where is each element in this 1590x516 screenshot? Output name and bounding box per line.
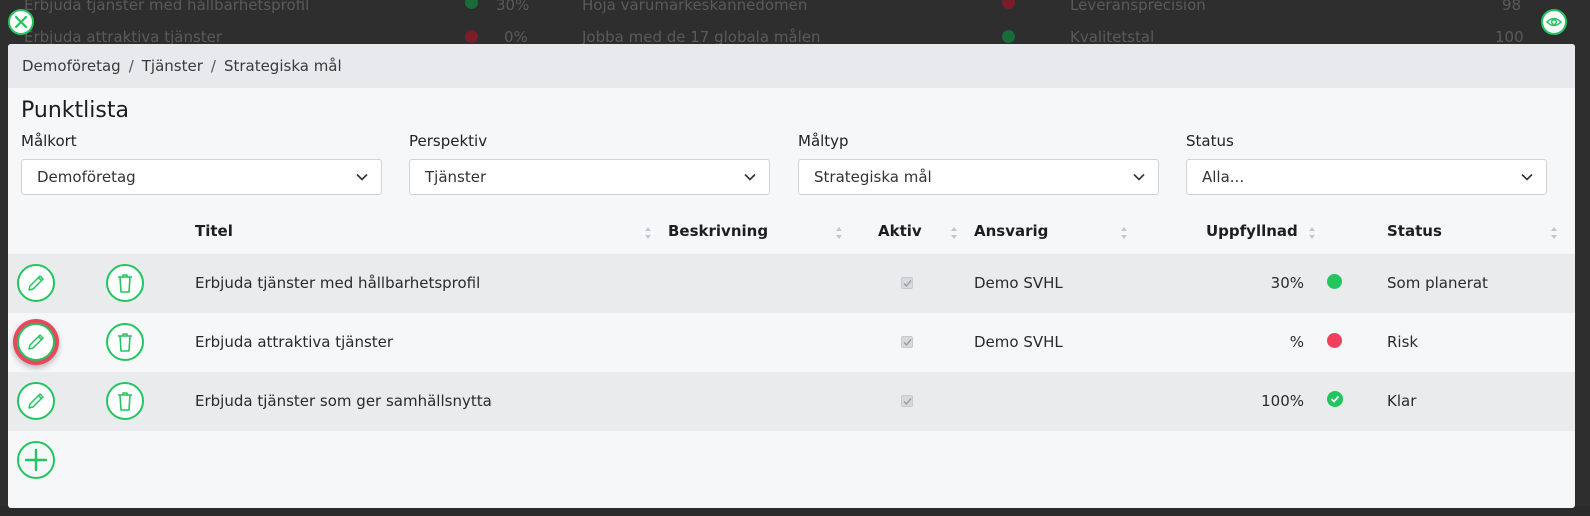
cell-status: Klar: [1387, 392, 1417, 410]
filter-label: Måltyp: [798, 132, 849, 150]
plus-icon: [24, 448, 48, 472]
background-status-dot: [1002, 0, 1015, 9]
cell-status: Som planerat: [1387, 274, 1488, 292]
breadcrumb-separator: /: [210, 57, 216, 75]
filter-label: Målkort: [21, 132, 77, 150]
select-value: Demoföretag: [37, 168, 136, 186]
chevron-down-icon: [356, 173, 368, 181]
status-check-icon: [1327, 391, 1343, 407]
background-row-measure: Leveransprecision: [1070, 0, 1206, 14]
sort-icon[interactable]: [1120, 226, 1128, 240]
aktiv-checkbox[interactable]: [901, 277, 913, 289]
trash-icon: [118, 333, 132, 352]
edit-button[interactable]: [17, 382, 55, 420]
cell-status: Risk: [1387, 333, 1419, 351]
filter-label: Perspektiv: [409, 132, 488, 150]
breadcrumb: Demoföretag / Tjänster / Strategiska mål: [8, 44, 1575, 88]
column-header-status[interactable]: Status: [1387, 222, 1442, 240]
breadcrumb-item-demoforetag[interactable]: Demoföretag: [22, 57, 121, 75]
sort-icon[interactable]: [1308, 226, 1316, 240]
background-row: Erbjuda tjänster med hållbarhetsprofil 3…: [0, 0, 1590, 18]
column-header-beskrivning[interactable]: Beskrivning: [668, 222, 768, 240]
chevron-down-icon: [1521, 173, 1533, 181]
cell-uppfyllnad: 30%: [1270, 274, 1304, 292]
background-status-dot: [1002, 30, 1015, 43]
table-row: Erbjuda tjänster som ger samhällsnytta 1…: [8, 372, 1575, 431]
chevron-down-icon: [1133, 173, 1145, 181]
checkmark-icon: [903, 397, 912, 405]
background-row-goal: Höja varumärkeskännedomen: [582, 0, 808, 14]
sort-icon[interactable]: [1550, 226, 1558, 240]
cell-ansvarig: Demo SVHL: [974, 333, 1063, 351]
aktiv-checkbox[interactable]: [901, 336, 913, 348]
status-green-dot: [1327, 274, 1342, 289]
trash-icon: [118, 274, 132, 293]
perspektiv-select[interactable]: Tjänster: [409, 159, 770, 195]
checkmark-icon: [903, 338, 912, 346]
close-icon: [14, 15, 28, 29]
background-status-dot: [465, 0, 478, 9]
table-row: Erbjuda attraktiva tjänster Demo SVHL % …: [8, 313, 1575, 372]
page-title: Punktlista: [21, 98, 129, 123]
cell-titel: Erbjuda tjänster som ger samhällsnytta: [195, 392, 492, 410]
filter-status: Status Alla...: [1186, 132, 1547, 195]
column-header-ansvarig[interactable]: Ansvarig: [974, 222, 1048, 240]
pencil-icon: [28, 334, 44, 350]
edit-button[interactable]: [17, 264, 55, 302]
eye-icon: [1546, 17, 1562, 27]
checkmark-icon: [903, 279, 912, 287]
column-header-uppfyllnad[interactable]: Uppfyllnad: [1206, 222, 1298, 240]
aktiv-checkbox[interactable]: [901, 395, 913, 407]
close-button[interactable]: [8, 9, 34, 35]
background-row-value: 98: [1502, 0, 1522, 14]
trash-icon: [118, 392, 132, 411]
select-value: Strategiska mål: [814, 168, 932, 186]
background-row-title: Erbjuda tjänster med hållbarhetsprofil: [24, 0, 310, 14]
column-header-titel[interactable]: Titel: [195, 222, 233, 240]
filter-maltyp: Måltyp Strategiska mål: [798, 132, 1159, 195]
table-row: Erbjuda tjänster med hållbarhetsprofil D…: [8, 254, 1575, 313]
cell-uppfyllnad: 100%: [1261, 392, 1304, 410]
delete-button[interactable]: [106, 382, 144, 420]
background-row-pct: 30%: [496, 0, 530, 14]
breadcrumb-item-strategiska-mal: Strategiska mål: [223, 57, 342, 75]
filter-malkort: Målkort Demoföretag: [21, 132, 382, 195]
sort-icon[interactable]: [644, 226, 652, 240]
add-button[interactable]: [17, 441, 55, 479]
chevron-down-icon: [744, 173, 756, 181]
select-value: Tjänster: [425, 168, 487, 186]
pencil-icon: [28, 275, 44, 291]
background-status-dot: [465, 30, 478, 43]
column-header-aktiv[interactable]: Aktiv: [878, 222, 922, 240]
maltyp-select[interactable]: Strategiska mål: [798, 159, 1159, 195]
status-red-dot: [1327, 333, 1342, 348]
cell-uppfyllnad: %: [1289, 333, 1304, 351]
view-button[interactable]: [1541, 9, 1567, 35]
punktlista-modal: Demoföretag / Tjänster / Strategiska mål…: [8, 44, 1575, 508]
breadcrumb-item-tjanster[interactable]: Tjänster: [142, 57, 203, 75]
table-header: Titel Beskrivning Aktiv Ansvarig Uppfyll…: [8, 212, 1575, 254]
delete-button[interactable]: [106, 264, 144, 302]
pencil-icon: [28, 393, 44, 409]
edit-button[interactable]: [17, 323, 55, 361]
filter-perspektiv: Perspektiv Tjänster: [409, 132, 770, 195]
select-value: Alla...: [1202, 168, 1245, 186]
status-select[interactable]: Alla...: [1186, 159, 1547, 195]
delete-button[interactable]: [106, 323, 144, 361]
sort-icon[interactable]: [835, 226, 843, 240]
cell-ansvarig: Demo SVHL: [974, 274, 1063, 292]
malkort-select[interactable]: Demoföretag: [21, 159, 382, 195]
cell-titel: Erbjuda attraktiva tjänster: [195, 333, 394, 351]
cell-titel: Erbjuda tjänster med hållbarhetsprofil: [195, 274, 481, 292]
sort-icon[interactable]: [950, 226, 958, 240]
filter-label: Status: [1186, 132, 1234, 150]
breadcrumb-separator: /: [128, 57, 134, 75]
